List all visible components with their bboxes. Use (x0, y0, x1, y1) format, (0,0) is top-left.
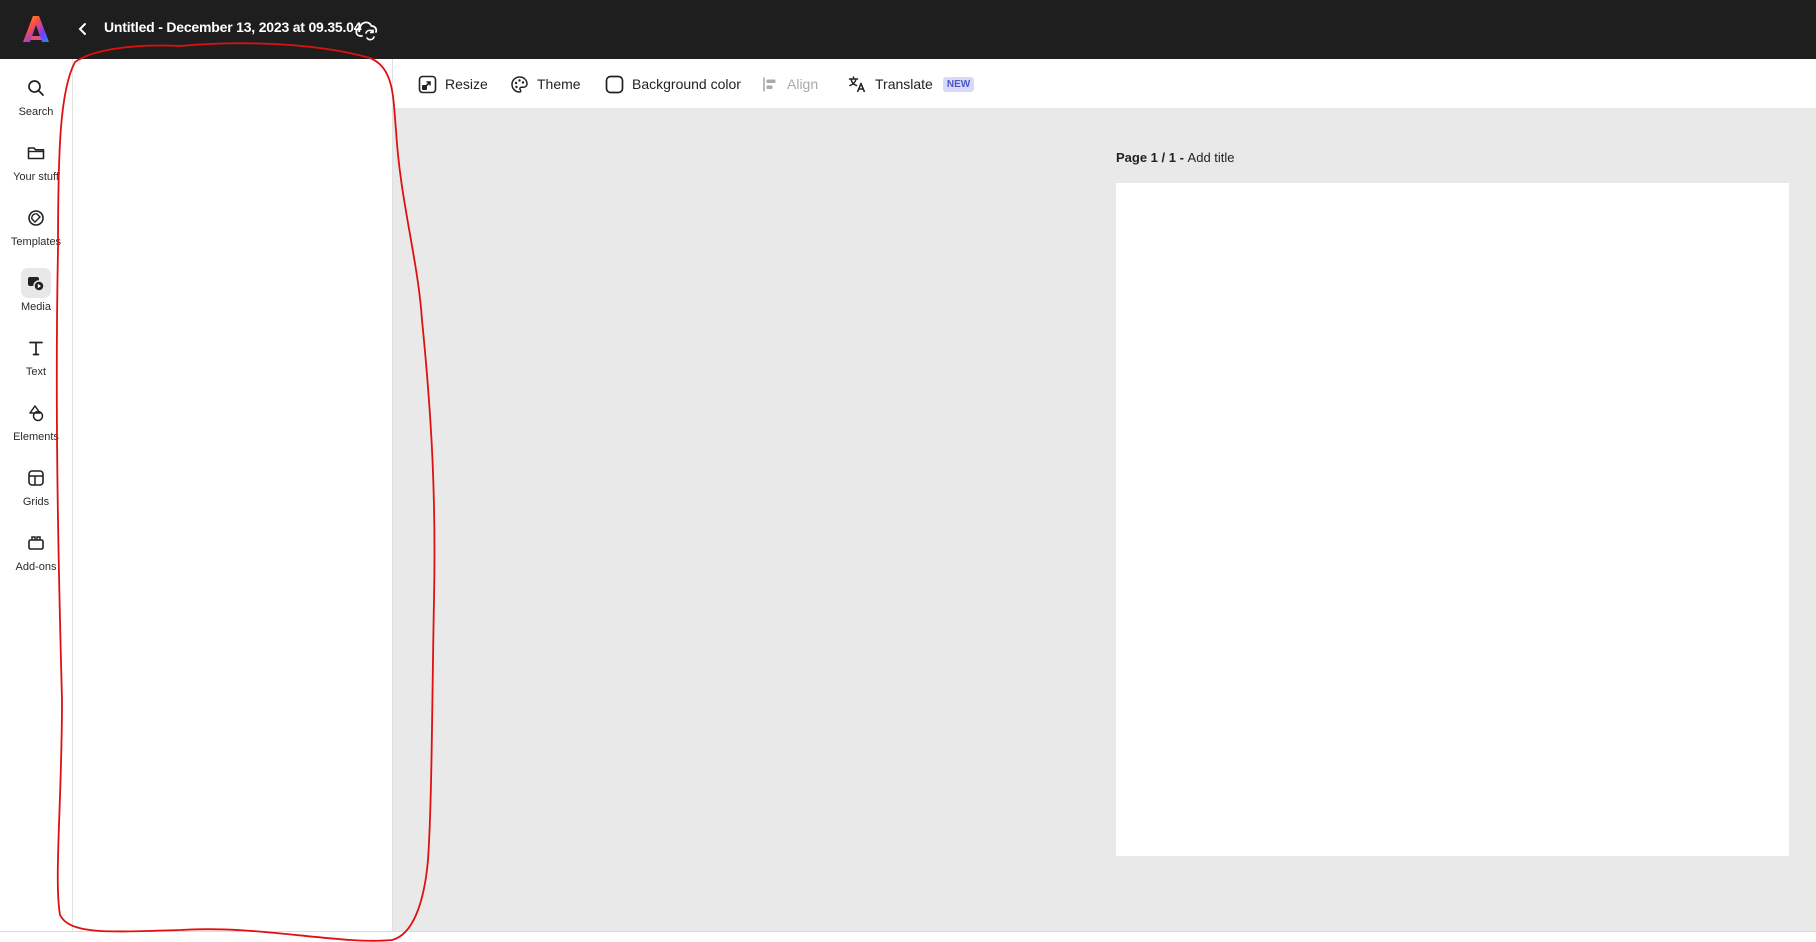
translate-label: Translate (875, 76, 933, 92)
back-button[interactable] (72, 18, 94, 40)
new-badge: NEW (942, 76, 975, 92)
translate-button[interactable]: Translate NEW (848, 71, 975, 97)
canvas-toolbar: Resize Theme Background color Align Tran… (393, 59, 1816, 109)
align-left-icon (763, 77, 776, 91)
top-bar: Untitled - December 13, 2023 at 09.35.04 (0, 0, 1816, 59)
rail-label-add-ons: Add-ons (15, 561, 57, 573)
resize-label: Resize (445, 76, 488, 92)
rail-label-search: Search (18, 106, 54, 118)
theme-button[interactable]: Theme (510, 71, 581, 97)
rail-item-media[interactable]: Media (0, 263, 72, 323)
rail-label-media: Media (21, 301, 51, 313)
search-icon (21, 73, 51, 103)
palette-icon (511, 75, 528, 93)
translate-icon (848, 75, 866, 92)
media-icon (21, 268, 51, 298)
rail-item-your-stuff[interactable]: Your stuff (0, 133, 72, 193)
rail-label-grids: Grids (22, 496, 50, 508)
addons-icon (21, 528, 51, 558)
adobe-express-logo-icon[interactable] (22, 14, 50, 44)
canvas-area: Page 1 / 1 - Add title (393, 109, 1816, 931)
rail-item-templates[interactable]: Templates (0, 198, 72, 258)
rail-item-add-ons[interactable]: Add-ons (0, 523, 72, 583)
rail-label-elements: Elements (13, 431, 59, 443)
design-page[interactable] (1116, 183, 1789, 856)
page-label: Page 1 / 1 - Add title (1116, 150, 1235, 165)
align-button[interactable]: Align (762, 71, 818, 97)
templates-icon (21, 203, 51, 233)
grid-icon (21, 463, 51, 493)
bottom-edge (0, 931, 1816, 942)
resize-button[interactable]: Resize (418, 71, 488, 97)
background-color-label: Background color (632, 76, 741, 92)
left-rail: Search Your stuff Templates Media Text E… (0, 59, 72, 931)
text-icon (21, 333, 51, 363)
rail-label-text: Text (25, 366, 47, 378)
rail-item-text[interactable]: Text (0, 328, 72, 388)
rail-item-grids[interactable]: Grids (0, 458, 72, 518)
resize-icon (418, 75, 437, 93)
cloud-sync-button[interactable] (355, 18, 381, 42)
theme-label: Theme (537, 76, 581, 92)
rail-label-templates: Templates (10, 236, 62, 248)
document-title[interactable]: Untitled - December 13, 2023 at 09.35.04 (104, 19, 362, 35)
folder-icon (21, 138, 51, 168)
rail-item-elements[interactable]: Elements (0, 393, 72, 453)
rail-label-your-stuff: Your stuff (13, 171, 59, 183)
chevron-left-icon (78, 23, 86, 35)
background-color-button[interactable]: Background color (605, 71, 741, 97)
rounded-square-icon (605, 75, 624, 93)
cloud-sync-icon (355, 21, 378, 41)
media-side-panel (72, 59, 393, 931)
align-label: Align (787, 76, 819, 92)
rail-item-search[interactable]: Search (0, 68, 72, 128)
shapes-icon (21, 398, 51, 428)
page-number: Page 1 / 1 - (1116, 150, 1188, 165)
add-title-link[interactable]: Add title (1188, 150, 1235, 165)
